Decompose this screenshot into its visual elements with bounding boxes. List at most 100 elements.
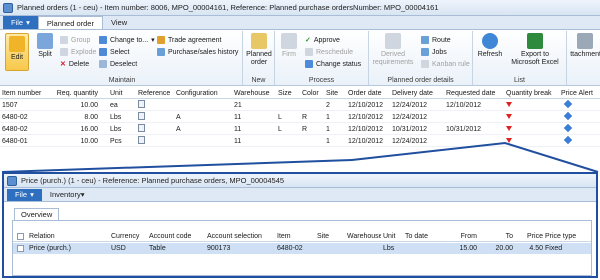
reference-icon[interactable] — [138, 100, 145, 108]
kanban-rule-button[interactable]: Kanban rule — [421, 59, 470, 69]
cell-quantity-break — [506, 124, 560, 135]
flag-icon — [506, 102, 512, 107]
reschedule-button[interactable]: Reschedule — [305, 47, 353, 57]
change-status-button[interactable]: Change status — [305, 59, 361, 69]
change-status-label: Change status — [316, 60, 362, 68]
deselect-button[interactable]: Deselect — [99, 59, 137, 69]
tab-planned-order[interactable]: Planned order — [37, 16, 103, 29]
grid-header: Item number Req. quantity Unit Reference Con… — [0, 88, 600, 99]
col-header-req-quantity[interactable]: Req. quantity — [50, 88, 98, 99]
reference-icon[interactable] — [138, 124, 145, 132]
select-button[interactable]: Select — [99, 47, 129, 57]
approve-label: Approve — [313, 36, 340, 44]
delete-button[interactable]: ✕ Delete — [60, 59, 89, 69]
table-row[interactable]: 6480-02 16.00 Lbs A 11 L R 1 12/10/2012 10/31/201… — [0, 124, 600, 135]
hierarchy-icon — [385, 33, 401, 49]
chevron-down-icon: ▾ — [26, 18, 30, 27]
price-alert-icon[interactable] — [563, 100, 573, 109]
reference-icon[interactable] — [138, 112, 145, 120]
refresh-button[interactable]: Refresh — [477, 33, 503, 59]
row-checkbox[interactable] — [17, 245, 24, 256]
firm-button[interactable]: Firm — [279, 33, 299, 59]
file-tab[interactable]: File ▾ — [3, 16, 38, 29]
export-excel-button[interactable]: Export to Microsoft Excel — [507, 33, 563, 67]
inventory-menu[interactable]: Inventory ▾ — [42, 188, 93, 201]
price-col-header-unit[interactable]: Unit — [383, 231, 403, 242]
col-header-requested-date[interactable]: Requested date — [446, 88, 504, 99]
price-col-header-account-selection[interactable]: Account selection — [207, 231, 275, 242]
split-button[interactable]: Split — [34, 33, 56, 59]
cell-delivery-date: 12/24/2012 — [392, 138, 428, 145]
group-label-details: Planned order details — [387, 77, 454, 84]
col-header-reference[interactable]: Reference — [138, 88, 174, 99]
cell-requested-date: 10/31/2012 — [446, 126, 482, 133]
cell-reference — [138, 124, 174, 136]
new-planned-order-button[interactable]: Planned order — [246, 33, 272, 67]
col-header-quantity-break[interactable]: Quantity break — [506, 88, 560, 99]
price-cell-from: 15.00 — [459, 245, 477, 252]
price-col-header-to-date[interactable]: To date — [405, 231, 441, 242]
explode-label: Explode — [71, 48, 97, 56]
deselect-label: Deselect — [110, 60, 138, 68]
price-alert-icon[interactable] — [563, 124, 573, 133]
reference-icon[interactable] — [138, 136, 145, 144]
group-maintain: Edit Split Group Explode ✕ Delete Change … — [2, 31, 243, 85]
price-window-title: Price (purch.) (1 - ceu) - Reference: Pl… — [21, 176, 285, 185]
derived-requirements-button[interactable]: Derived requirements — [373, 33, 413, 67]
col-header-color[interactable]: Color — [302, 88, 324, 99]
price-alert-icon[interactable] — [563, 112, 573, 121]
cell-quantity-break — [506, 136, 560, 147]
table-row[interactable]: 1507 10.00 ea 21 2 12/10/2012 12/24/2012 12/10/… — [0, 100, 600, 111]
cell-req-quantity: 16.00 — [80, 126, 98, 133]
price-grid-row[interactable]: Price (purch.) USD Table 900173 6480-02 Lbs 15… — [13, 243, 591, 254]
col-header-price-alert[interactable]: Price Alert — [561, 88, 599, 99]
price-col-header-warehouse[interactable]: Warehouse — [347, 231, 381, 242]
table-row[interactable]: 6480-02 8.00 Lbs A 11 L R 1 12/10/2012 12/24/2012 — [0, 112, 600, 123]
col-header-order-date[interactable]: Order date — [348, 88, 390, 99]
explode-button[interactable]: Explode — [60, 47, 96, 57]
cell-configuration: A — [176, 114, 181, 121]
price-col-header-site[interactable]: Site — [317, 231, 345, 242]
cell-reference — [138, 112, 174, 124]
price-col-header-item[interactable]: Item — [277, 231, 315, 242]
jobs-label: Jobs — [432, 48, 447, 56]
file-tab-label: File — [11, 18, 24, 27]
cell-item-number: 1507 — [2, 102, 18, 109]
price-col-header-to[interactable]: To — [479, 231, 513, 242]
col-header-site[interactable]: Site — [326, 88, 346, 99]
tab-overview[interactable]: Overview — [14, 208, 60, 220]
price-col-header-from[interactable]: From — [443, 231, 477, 242]
price-col-header-relation[interactable]: Relation — [29, 231, 109, 242]
group-button[interactable]: Group — [60, 35, 90, 45]
flag-icon — [506, 126, 512, 131]
col-header-warehouse[interactable]: Warehouse — [234, 88, 276, 99]
col-header-configuration[interactable]: Configuration — [176, 88, 232, 99]
edit-button[interactable]: Edit — [5, 33, 29, 71]
col-header-unit[interactable]: Unit — [110, 88, 136, 99]
price-window-titlebar: Price (purch.) (1 - ceu) - Reference: Pl… — [4, 174, 596, 188]
change-status-icon — [305, 60, 313, 68]
col-header-size[interactable]: Size — [278, 88, 300, 99]
price-col-header-price-type[interactable]: Price type — [545, 231, 589, 242]
price-col-header-price[interactable]: Price — [517, 231, 543, 242]
price-col-header-account-code[interactable]: Account code — [149, 231, 205, 242]
trade-agreement-button[interactable]: Trade agreement — [157, 35, 221, 45]
price-cell-relation: Price (purch.) — [29, 245, 72, 252]
cell-req-quantity: 8.00 — [84, 114, 98, 121]
group-label-process: Process — [308, 77, 335, 84]
route-icon — [421, 36, 429, 44]
col-header-delivery-date[interactable]: Delivery date — [392, 88, 444, 99]
purchase-sales-history-button[interactable]: Purchase/sales history — [157, 47, 238, 57]
ribbon-tab-row: File ▾ Planned order View — [0, 16, 600, 30]
table-row[interactable]: 6480-01 10.00 Pcs 11 1 12/10/2012 12/24/2012 — [0, 136, 600, 147]
price-col-header-currency[interactable]: Currency — [111, 231, 147, 242]
change-to-button[interactable]: Change to... ▾ — [99, 35, 155, 45]
attachments-button[interactable]: Attachments — [570, 33, 600, 59]
price-alert-icon[interactable] — [563, 136, 573, 145]
jobs-button[interactable]: Jobs — [421, 47, 447, 57]
tab-view[interactable]: View — [103, 16, 135, 29]
price-file-tab[interactable]: File ▾ — [7, 188, 42, 201]
route-button[interactable]: Route — [421, 35, 451, 45]
col-header-item-number[interactable]: Item number — [2, 88, 48, 99]
approve-button[interactable]: ✓ Approve — [305, 35, 340, 45]
